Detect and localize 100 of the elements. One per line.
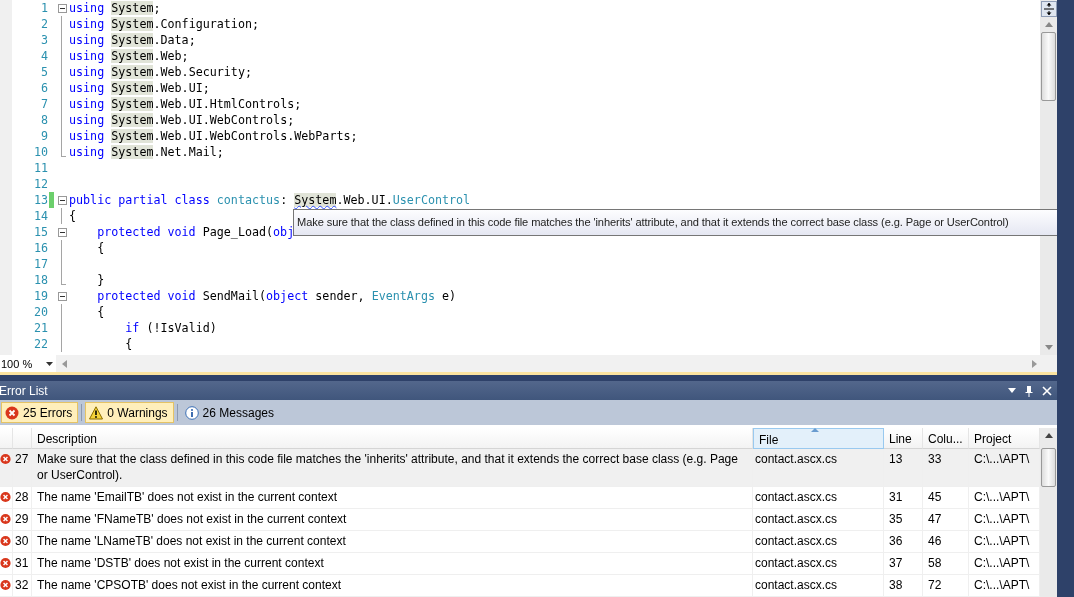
code-line: { <box>124 336 133 352</box>
vertical-scrollbar[interactable] <box>1040 0 1057 355</box>
line-number: 4 <box>39 48 48 64</box>
line-number: 6 <box>39 80 48 96</box>
line-number: 21 <box>32 320 48 336</box>
error-icon <box>5 405 19 420</box>
code-line: protected void Page_Load(obj <box>96 224 295 240</box>
scroll-left-icon[interactable] <box>62 359 67 368</box>
line-number: 13 <box>32 192 48 208</box>
code-line: using System; <box>69 0 161 16</box>
code-line: using System.Web; <box>69 48 189 64</box>
dropdown-icon[interactable] <box>1008 388 1016 393</box>
caret-icon <box>46 361 53 366</box>
sort-arrow-icon <box>811 428 819 432</box>
line-number: 19 <box>32 288 48 304</box>
scroll-thumb[interactable] <box>1041 448 1056 487</box>
error-number: 28 <box>13 487 32 509</box>
line-number: 9 <box>39 128 48 144</box>
error-number: 31 <box>13 553 32 575</box>
error-description: The name 'DSTB' does not exist in the current context <box>32 553 753 575</box>
line-number: 20 <box>32 304 48 320</box>
error-number: 27 <box>13 449 32 487</box>
file-name: contact.ascx.cs <box>753 531 884 553</box>
scroll-right-icon[interactable] <box>1032 359 1037 368</box>
line-number: 38 <box>884 575 923 597</box>
line-number: 22 <box>32 336 48 352</box>
error-number: 29 <box>13 509 32 531</box>
code-line: using System.Configuration; <box>69 16 260 32</box>
code-line: { <box>96 304 105 320</box>
line-number: 18 <box>32 272 48 288</box>
line-number: 16 <box>32 240 48 256</box>
column-number: 58 <box>923 553 969 575</box>
file-name: contact.ascx.cs <box>753 575 884 597</box>
warning-icon <box>89 405 104 420</box>
line-number: 2 <box>39 16 48 32</box>
file-name: contact.ascx.cs <box>753 553 884 575</box>
panel-title: Error List <box>0 383 48 398</box>
line-number: 8 <box>39 112 48 128</box>
line-number: 15 <box>32 224 48 240</box>
close-icon[interactable] <box>1042 385 1052 396</box>
file-name: contact.ascx.cs <box>753 449 884 487</box>
column-header[interactable]: Line <box>884 428 923 449</box>
code-line: if (!IsValid) <box>124 320 217 336</box>
vertical-scrollbar[interactable] <box>1040 428 1057 597</box>
error-description: The name 'FNameTB' does not exist in the current context <box>32 509 753 531</box>
code-line: { <box>69 208 77 224</box>
column-header[interactable]: File <box>753 428 884 449</box>
zoom-dropdown[interactable]: 100 % <box>0 355 56 372</box>
collapse-icon[interactable] <box>57 291 67 301</box>
column-number: 33 <box>923 449 969 487</box>
filter-button[interactable]: 0 Warnings <box>85 402 174 423</box>
collapse-icon[interactable] <box>57 227 67 237</box>
column-number: 47 <box>923 509 969 531</box>
error-number: 32 <box>13 575 32 597</box>
error-description: The name 'CPSOTB' does not exist in the current context <box>32 575 753 597</box>
code-line: using System.Web.UI; <box>69 80 210 96</box>
file-name: contact.ascx.cs <box>753 487 884 509</box>
line-number: 11 <box>32 160 48 176</box>
error-number: 30 <box>13 531 32 553</box>
line-number: 1 <box>39 0 48 16</box>
code-line: using System.Web.Security; <box>69 64 252 80</box>
line-number: 3 <box>39 32 48 48</box>
filter-button[interactable]: 25 Errors <box>1 402 79 423</box>
line-number: 37 <box>884 553 923 575</box>
line-number: 31 <box>884 487 923 509</box>
code-line: using System.Web.UI.WebControls.WebParts; <box>69 128 358 144</box>
code-line: using System.Data; <box>69 32 196 48</box>
code-line: using System.Web.UI.WebControls; <box>69 112 295 128</box>
info-icon <box>184 405 199 420</box>
column-number: 45 <box>923 487 969 509</box>
line-number: 5 <box>39 64 48 80</box>
error-description: The name 'EmailTB' does not exist in the current context <box>32 487 753 509</box>
column-number: 72 <box>923 575 969 597</box>
scroll-thumb[interactable] <box>1041 32 1056 101</box>
column-header[interactable]: Description <box>32 428 753 449</box>
collapse-icon[interactable] <box>57 195 67 205</box>
code-line: } <box>96 272 105 288</box>
error-description: Make sure that the class defined in this code file matches the 'inherits' attribute, and that it extends the correct base class (e.g. Page or UserControl). <box>32 449 753 487</box>
line-number: 12 <box>32 176 48 192</box>
column-header[interactable]: Project <box>969 428 1040 449</box>
scroll-up-icon[interactable] <box>1044 433 1053 438</box>
code-line: protected void SendMail(object sender, EventArgs e) <box>96 288 457 304</box>
error-description: The name 'LNameTB' does not exist in the current context <box>32 531 753 553</box>
line-number: 17 <box>32 256 48 272</box>
file-name: contact.ascx.cs <box>753 509 884 531</box>
error-icon <box>0 453 11 465</box>
collapse-icon[interactable] <box>57 3 67 13</box>
line-number: 14 <box>32 208 48 224</box>
code-line: { <box>96 240 105 256</box>
tooltip: Make sure that the class defined in this code file matches the 'inherits' attribute, and that it extends the correct base class (e.g. Page or UserControl) <box>293 209 1057 236</box>
split-icon[interactable] <box>1040 1 1057 17</box>
scroll-down-icon[interactable] <box>1044 345 1053 350</box>
column-number: 46 <box>923 531 969 553</box>
filter-button[interactable]: 26 Messages <box>180 402 280 423</box>
column-header[interactable]: Colu... <box>923 428 969 449</box>
project-path: C:\...\APT\ <box>969 449 1040 487</box>
pin-icon[interactable] <box>1025 384 1033 397</box>
line-number: 7 <box>39 96 48 112</box>
code-line: using System.Net.Mail; <box>69 144 224 160</box>
line-number: 13 <box>884 449 923 487</box>
